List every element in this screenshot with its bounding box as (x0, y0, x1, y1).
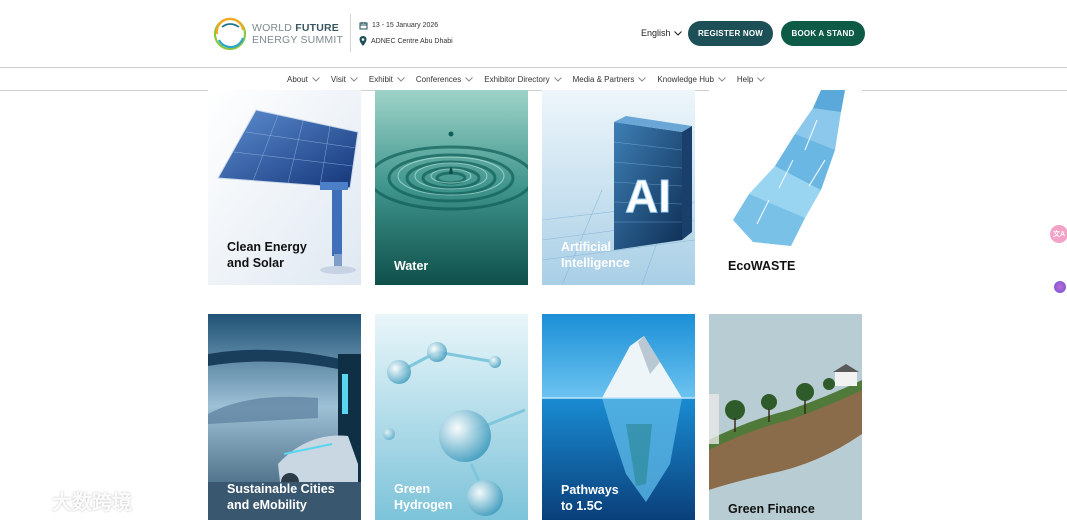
language-selector[interactable]: English (641, 28, 682, 38)
nav-item-conferences[interactable]: Conferences (415, 74, 474, 84)
tile-label-line2: and eMobility (227, 498, 307, 512)
tile-label-line1: EcoWASTE (728, 259, 796, 273)
extension-icon[interactable] (1054, 281, 1066, 293)
nav-item-label: About (287, 74, 308, 84)
sector-tile-clean-energy[interactable]: Clean Energy and Solar (208, 90, 361, 285)
chevron-down-icon (638, 76, 647, 82)
tile-label: Clean Energy and Solar (227, 239, 307, 271)
tile-label: EcoWASTE (728, 258, 795, 274)
chevron-down-icon (465, 76, 474, 82)
chevron-down-icon (350, 76, 358, 82)
register-now-button[interactable]: REGISTER NOW (688, 21, 773, 46)
location-pin-icon (359, 36, 367, 46)
site-header: WORLD FUTURE ENERGY SUMMIT 13 - 15 Janua… (0, 0, 1067, 68)
sector-tile-green-hydrogen[interactable]: Green Hydrogen (375, 314, 528, 520)
watermark-logo-icon (10, 491, 48, 509)
tile-label: Pathways to 1.5C (561, 482, 619, 514)
main-nav: About Visit Exhibit Conferences Exhibito… (0, 67, 1067, 91)
nav-item-label: Knowledge Hub (657, 74, 714, 84)
chevron-down-icon (718, 76, 726, 82)
sector-tile-sustainable-cities[interactable]: Sustainable Cities and eMobility (208, 314, 361, 520)
tile-label-line1: Pathways (561, 483, 619, 497)
tile-label: Green Finance (728, 501, 815, 517)
plastic-bottle-image (709, 90, 862, 285)
chevron-down-icon (312, 76, 320, 82)
watermark-text: 大数跨境 (52, 492, 132, 514)
tile-label-line1: Clean Energy (227, 240, 307, 254)
tile-label-line2: and Solar (227, 256, 284, 270)
nav-item-label: Visit (330, 74, 346, 84)
tile-label: Sustainable Cities and eMobility (227, 481, 335, 513)
nav-item-label: Conferences (415, 74, 462, 84)
nav-item-visit[interactable]: Visit (331, 75, 358, 84)
chevron-down-icon (757, 76, 766, 82)
logo-line1: WORLD (252, 22, 293, 34)
tile-label-line1: Green (394, 482, 431, 496)
tile-label-line1: Artificial (561, 240, 612, 254)
nav-item-label: Exhibitor Directory (484, 74, 550, 84)
tile-label-line2: Intelligence (561, 256, 630, 270)
tile-label: Artificial Intelligence (561, 239, 630, 271)
logo-line2: ENERGY SUMMIT (252, 34, 344, 46)
nav-item-exhibitor-directory[interactable]: Exhibitor Directory (484, 74, 562, 84)
nav-item-label: Help (736, 74, 754, 84)
ai-chip-text: AI (625, 170, 671, 222)
water-drop-image (375, 90, 528, 285)
event-venue-text: ADNEC Centre Abu Dhabi (371, 37, 453, 45)
chevron-down-icon (673, 30, 682, 36)
nav-item-label: Exhibit (368, 74, 393, 84)
wfes-logo-icon[interactable] (213, 17, 247, 51)
nav-item-exhibit[interactable]: Exhibit (369, 75, 405, 84)
calendar-icon (359, 22, 368, 30)
book-a-stand-button[interactable]: BOOK A STAND (781, 21, 865, 46)
nav-item-help[interactable]: Help (736, 74, 766, 84)
tile-label-line2: to 1.5C (561, 499, 603, 513)
event-venue: ADNEC Centre Abu Dhabi (359, 36, 453, 46)
watermark: 大数跨境 (8, 486, 132, 515)
sector-tile-water[interactable]: Water (375, 90, 528, 285)
chevron-down-icon (397, 76, 405, 82)
tile-label-line1: Green Finance (728, 502, 815, 516)
tile-label-line1: Water (394, 259, 429, 273)
wfes-logo-text: WORLD FUTURE ENERGY SUMMIT (252, 22, 343, 46)
sector-tile-green-finance[interactable]: Green Finance (709, 314, 862, 520)
tile-label: Water (394, 258, 428, 274)
tile-label-line1: Sustainable Cities (227, 482, 335, 496)
nav-item-media-partners[interactable]: Media & Partners (573, 75, 647, 84)
chevron-down-icon (553, 76, 562, 82)
nav-item-label: Media & Partners (572, 74, 635, 84)
event-date: 13 - 15 January 2026 (359, 21, 438, 30)
event-date-text: 13 - 15 January 2026 (372, 22, 439, 29)
green-landscape-image (709, 314, 862, 520)
header-divider (350, 14, 351, 52)
tile-label-line2: Hydrogen (394, 498, 453, 512)
nav-item-knowledge-hub[interactable]: Knowledge Hub (657, 74, 726, 84)
translate-icon[interactable]: 文A (1050, 225, 1067, 243)
logo-line1-bold: FUTURE (295, 22, 339, 34)
tile-label: Green Hydrogen (394, 481, 452, 513)
nav-item-about[interactable]: About (287, 75, 320, 84)
sector-tile-ecowaste[interactable]: EcoWASTE (709, 90, 862, 285)
sector-tile-pathways-1-5c[interactable]: Pathways to 1.5C (542, 314, 695, 520)
language-label: English (641, 28, 671, 38)
sector-tile-artificial-intelligence[interactable]: AI Artificial Intelligence (542, 90, 695, 285)
